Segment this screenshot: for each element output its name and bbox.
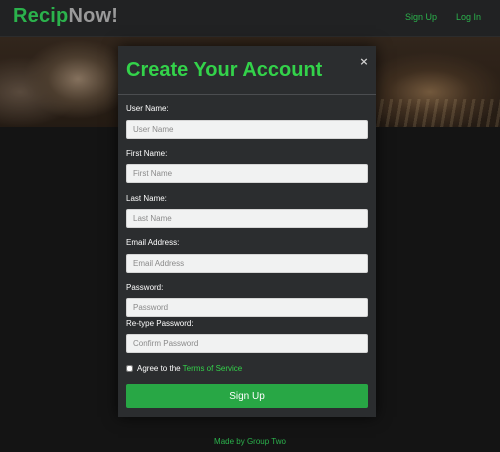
close-icon[interactable]: × <box>358 56 370 68</box>
confirm-password-label: Re-type Password: <box>126 319 194 328</box>
terms-checkbox[interactable] <box>126 365 133 372</box>
password-input[interactable] <box>126 298 368 317</box>
first-name-label: First Name: <box>126 149 168 158</box>
brand-logo-part1: Recip <box>13 5 69 27</box>
modal-header-divider <box>118 94 376 95</box>
last-name-input[interactable] <box>126 209 368 228</box>
confirm-password-input[interactable] <box>126 334 368 353</box>
footer-credit: Made by Group Two <box>214 437 286 446</box>
password-label: Password: <box>126 283 164 292</box>
email-label: Email Address: <box>126 238 180 247</box>
nav-link-sign-up[interactable]: Sign Up <box>405 12 437 22</box>
last-name-label: Last Name: <box>126 194 167 203</box>
username-label: User Name: <box>126 104 169 113</box>
sign-up-button[interactable]: Sign Up <box>126 384 368 408</box>
email-input[interactable] <box>126 254 368 273</box>
terms-of-service-link[interactable]: Terms of Service <box>183 364 243 373</box>
navbar: RecipNow! Sign Up Log In <box>0 0 500 37</box>
terms-prefix: Agree to the <box>137 364 181 373</box>
signup-modal: Create Your Account × User Name: First N… <box>118 46 376 417</box>
brand-logo[interactable]: RecipNow! <box>13 5 118 28</box>
brand-logo-part2: Now! <box>68 5 119 27</box>
username-input[interactable] <box>126 120 368 139</box>
first-name-input[interactable] <box>126 164 368 183</box>
terms-text: Agree to the Terms of Service <box>137 364 242 373</box>
modal-title: Create Your Account <box>126 59 323 81</box>
nav-link-log-in[interactable]: Log In <box>456 12 481 22</box>
